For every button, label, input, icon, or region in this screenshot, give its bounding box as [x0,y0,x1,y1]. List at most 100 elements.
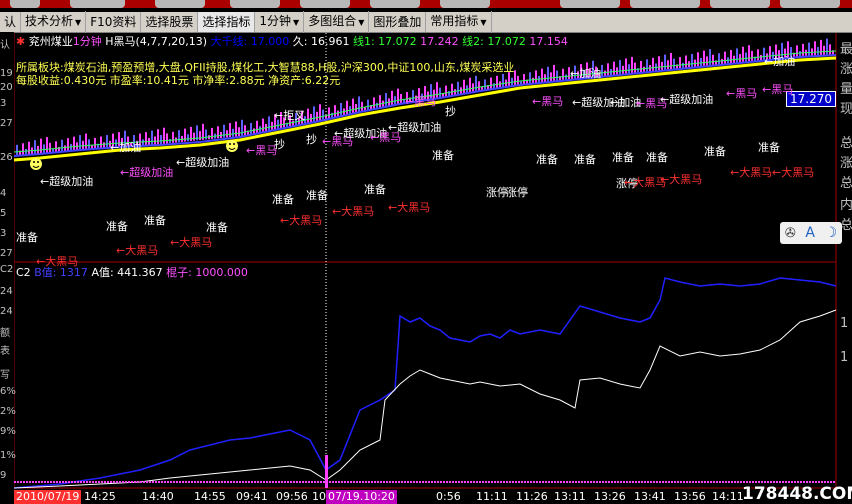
signal-label: 准备 [612,151,634,164]
translate-icon[interactable]: ✇ [785,226,796,241]
price-bar [352,98,354,114]
price-bar [55,141,57,153]
price-bar [799,51,801,57]
price-bar [319,104,321,121]
price-bar [622,65,624,74]
price-bar [529,72,531,85]
price-bar [22,143,24,156]
font-a-icon[interactable]: A [805,225,815,241]
signal-label: ←超级加油 [660,93,714,106]
signal-label: ←大黑马 [36,255,79,268]
signal-label: ←黑马 [726,87,758,100]
price-bar [823,45,825,55]
indicator-header: ✱ 兖州煤业1分钟 H黑马(4,7,7,20,13) 大千线: 17.000 久… [16,33,568,49]
price-bar [262,118,264,132]
price-bar [307,108,309,123]
price-bar [46,137,48,154]
price-bar [484,79,486,91]
signal-label: 涨停 [486,186,508,199]
signal-label: ←大黑马 [388,201,431,214]
price-bar [223,124,225,138]
time-label: 13:11 [554,490,586,503]
price-bar [634,62,636,73]
side-tool-widget[interactable]: ✇ A ☽ [780,222,842,244]
price-bar [445,85,447,97]
price-bar [331,112,333,118]
c2-title: C2 [16,266,31,279]
price-bar [607,63,609,76]
price-bar [100,136,102,149]
price-bar [178,130,180,143]
financial-info: 每股收益:0.430元 市盈率:10.41元 市净率:2.88元 净资产:6.2… [16,74,341,87]
price-bar [730,50,732,63]
price-bar [400,94,402,104]
price-bar [613,61,615,75]
smiley-icon [30,158,42,170]
signal-label: ←黑马 [762,83,794,96]
signal-label: 准备 [206,221,228,234]
price-bar [67,138,69,152]
price-bar [478,81,480,92]
price-bar [502,73,504,88]
price-bar [16,144,18,156]
price-bar [316,111,318,121]
price-bar [475,75,477,92]
price-bar [658,56,660,71]
price-bar [340,103,342,116]
price-bar [748,45,750,62]
price-bar [313,106,315,122]
price-bar [244,125,246,136]
signal-label: 准备 [432,149,454,162]
price-bar [391,90,393,106]
price-bar [535,70,537,84]
price-bar [826,38,828,55]
price-bar [73,136,75,151]
price-bar [700,58,702,66]
price-bar [739,54,741,63]
price-bar [601,64,603,76]
price-bar [640,61,642,72]
price-bar [496,75,498,89]
signal-label: 准备 [272,193,294,206]
signal-label: ←超级加油 [176,156,230,169]
time-label: 14:55 [194,490,226,503]
price-bar [547,66,549,82]
price-bar [625,58,627,74]
price-bar [250,123,252,134]
c2-white-line [13,309,837,489]
time-label: 14:25 [84,490,116,503]
time-label: 11:26 [516,490,548,503]
price-bar [226,130,228,138]
price-bar [724,51,726,64]
signal-label: ←大黑马 [170,236,213,249]
price-bar [796,45,798,57]
price-bar [166,133,168,144]
signal-label: 准备 [16,231,38,244]
price-bar [565,74,567,80]
c2-stick-value: 棍子: 1000.000 [166,266,248,279]
signal-label: 准备 [536,153,558,166]
price-bar [808,42,810,56]
signal-label: 准备 [306,189,328,202]
price-bar [217,126,219,139]
moon-icon[interactable]: ☽ [825,225,838,241]
c2-blue-line [13,277,837,489]
smiley-icon [226,140,238,152]
price-bar [643,66,645,72]
price-bar [451,83,453,96]
price-bar [736,48,738,63]
price-bar [385,93,387,107]
price-bar [814,41,816,56]
price-bar [619,60,621,75]
value-2: 17.242 [420,35,459,48]
price-bar [193,132,195,141]
big-ten-value: 大千线: 17.000 [210,35,290,48]
signal-label: 准备 [574,153,596,166]
price-bar [157,129,159,145]
price-bar [469,77,471,93]
signal-label: ←加油 [110,141,142,154]
price-bar [61,139,63,152]
price-bar [652,57,654,71]
signal-label: 准备 [704,145,726,158]
period-label: 1分钟 [72,35,102,48]
